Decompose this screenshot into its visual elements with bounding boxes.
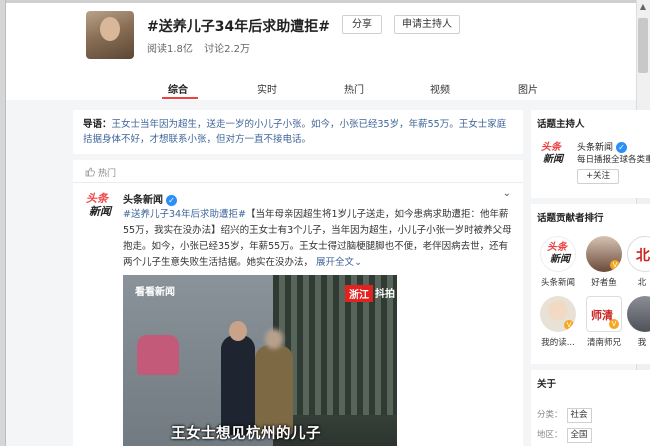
tab-video[interactable]: 视频 [430,81,450,96]
tab-image[interactable]: 图片 [518,81,538,96]
tab-comprehensive[interactable]: 综合 [168,81,188,96]
topic-host-card: 话题主持人 头条 新闻 头条新闻 ✓ 每日播报全球各类重 +关注 [531,110,650,198]
scroll-up-arrow-icon[interactable]: ▲ [636,0,650,14]
verified-badge-icon: V [610,260,620,270]
avatar: V [586,236,622,272]
region-chip[interactable]: 全国 [566,428,592,443]
video-source-tag: 浙江 [345,285,373,302]
intro-lead: 导语： [83,119,112,130]
topic-avatar [86,11,134,59]
verified-badge-icon: V [609,319,619,329]
post-video[interactable]: 看看新闻 浙江 抖拍 王女士想见杭州的儿子 [123,275,397,446]
expand-full-text-link[interactable]: 展开全文⌄ [316,257,362,268]
host-logo[interactable]: 头条 新闻 [541,142,569,170]
topic-header: #送养儿子34年后求助遭拒# 分享 申请主持人 阅读1.8亿 讨论2.2万 综合… [6,3,636,100]
post-body: #送养儿子34年后求助遭拒#【当年母亲因超生将1岁儿子送走，如今患病求助遭拒：他… [123,207,513,271]
rank-item[interactable]: 师清 V 清南师兄 [583,296,625,348]
post-more-chevron-icon[interactable]: ⌄ [503,188,511,199]
thumbs-up-icon [85,167,95,177]
hot-section-label: 热门 [85,166,116,179]
video-watermark-logo: 看看新闻 [135,287,175,298]
rank-item[interactable]: 我 [627,296,650,348]
category-chip[interactable]: 社会 [566,408,592,423]
rank-item[interactable]: 头条 新闻 头条新闻 [537,236,579,288]
read-count: 阅读1.8亿 [147,44,193,55]
video-caption: 王女士想见杭州的儿子 [171,426,321,442]
avatar: 头条 新闻 [540,236,576,272]
intro-text: 王女士当年因为超生，送走一岁的小儿子小张。如今，小张已经35岁，年薪55万。王女… [83,119,507,145]
topic-stats: 阅读1.8亿 讨论2.2万 [147,40,258,55]
tab-hot[interactable]: 热门 [344,81,364,96]
topic-intro: 导语：王女士当年因为超生，送走一岁的小儿子小张。如今，小张已经35岁，年薪55万… [73,110,523,154]
host-section-title: 话题主持人 [537,119,585,130]
about-card: 关于 分类： 社会 地区： 全国 [531,370,650,446]
video-scene-scooter [137,335,179,375]
topic-tabs: 综合 实时 热门 视频 图片 [72,75,542,100]
about-category-row: 分类： 社会 [537,408,592,423]
tab-realtime[interactable]: 实时 [257,81,277,96]
post-hashtag[interactable]: #送养儿子34年后求助遭拒# [123,209,246,220]
rank-item[interactable]: V 好者鱼 [583,236,625,288]
verified-icon: ✓ [166,195,177,206]
hot-label: 热门 [98,169,117,179]
post-author-logo[interactable]: 头条 新闻 [86,192,118,224]
avatar: 师清 V [586,296,622,332]
verified-icon: ✓ [616,142,628,153]
avatar: V [540,296,576,332]
about-section-title: 关于 [537,379,557,390]
topic-title: #送养儿子34年后求助遭拒# [147,19,330,35]
active-tab-indicator [162,97,198,99]
about-region-row: 地区： 全国 [537,428,592,443]
host-name[interactable]: 头条新闻 ✓ [577,140,628,153]
feed-divider [73,182,523,183]
rank-item[interactable]: V 我的读... [537,296,579,348]
host-description: 每日播报全球各类重 [577,155,650,165]
video-source-tag-2: 抖拍 [375,289,395,300]
apply-host-button[interactable]: 申请主持人 [394,15,460,34]
scroll-thumb[interactable] [638,18,648,73]
verified-badge-icon: V [564,320,574,330]
rank-section-title: 话题贡献者排行 [537,213,604,224]
follow-button[interactable]: +关注 [577,169,619,184]
post-author-name[interactable]: 头条新闻 ✓ [123,191,177,206]
avatar: 北 [627,236,650,272]
feed-card: 热门 头条 新闻 头条新闻 ✓ ⌄ #送养儿子34年后求助遭拒#【当年母亲因超生将… [73,160,523,446]
contributor-rank-card: 话题贡献者排行 头条 新闻 头条新闻 V 好者鱼 北 北 V 我的读... 师清… [531,204,650,364]
discussion-count: 讨论2.2万 [204,44,250,55]
video-scene-person [221,321,255,435]
share-button[interactable]: 分享 [342,15,382,34]
avatar [627,296,650,332]
rank-item[interactable]: 北 北 [627,236,650,288]
